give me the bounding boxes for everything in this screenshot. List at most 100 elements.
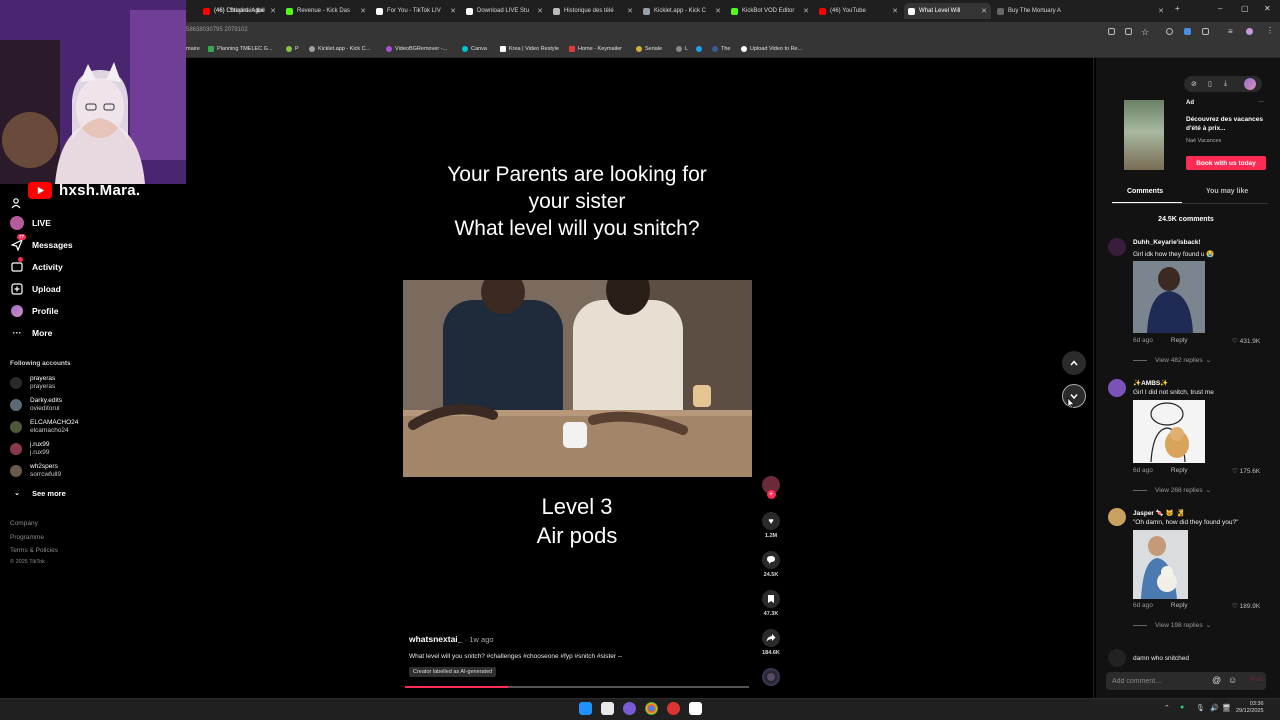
extension-shield-icon[interactable] [1166,28,1173,35]
following-account[interactable]: Darky.edits ovieditorul [10,397,62,412]
comment-like-button[interactable]: ♡ 175.6K [1232,467,1260,475]
tab-close-icon[interactable]: ✕ [270,7,276,15]
share-button[interactable]: 184.6K [761,629,781,656]
view-replies-button[interactable]: View 198 replies ⌄ [1133,621,1211,629]
new-tab-icon[interactable]: + [1175,4,1180,13]
bookmark-item[interactable]: Planning TMELEC G... [208,46,273,52]
follow-plus-icon[interactable]: + [766,490,776,499]
video-player[interactable] [403,280,752,477]
sidebar-item-messages[interactable]: 77 Messages [10,234,73,252]
minimize-icon[interactable]: – [1218,4,1222,13]
post-comment-button[interactable]: Post [1250,677,1263,683]
address-bar[interactable]: 58638030795 2078102 ☆ ≡ ⋮ [0,22,1280,42]
bookmark-item[interactable] [696,46,705,52]
bookmark-item[interactable]: Upload Video to Re... [741,46,802,52]
ad-more-icon[interactable]: ··· [1258,99,1264,105]
reply-button[interactable]: Reply [1171,467,1188,474]
volume-icon[interactable]: 🔊 [1210,704,1219,712]
tray-chevron-icon[interactable]: ⌃ [1164,704,1170,712]
reply-button[interactable]: Reply [1171,337,1188,344]
comment-sticker-image[interactable] [1133,530,1188,599]
sidebar-item-activity[interactable]: Activity [10,257,63,274]
browser-tab[interactable]: Revenue - Kick Das ✕ [282,3,370,19]
browser-tab[interactable]: What Level Will ✕ [904,3,991,19]
url-text[interactable]: 58638030795 2078102 [186,27,248,33]
tab-close-icon[interactable]: ✕ [360,7,366,15]
extension-icon[interactable] [1184,28,1191,35]
chrome-taskbar-icon[interactable] [645,702,658,715]
tab-close-icon[interactable]: ✕ [803,7,809,15]
footer-link-company[interactable]: Company [10,520,38,527]
sidebar-item-more[interactable]: ··· More [10,326,53,340]
browser-tab[interactable]: (46) Christina Aguil ✕ [199,3,280,19]
tab-close-icon[interactable]: ✕ [981,7,987,15]
browser-tab[interactable]: Buy The Mortuary A ✕ [993,3,1168,19]
cast-icon[interactable] [1108,28,1115,35]
browser-tab[interactable]: Download LIVE Stu ✕ [462,3,547,19]
author-name[interactable]: whatsnextai_ [409,634,462,644]
see-more-button[interactable]: ⌄ See more [10,486,66,500]
device-icon[interactable]: ▯ [1208,80,1212,88]
following-account[interactable]: prayeras prayeras [10,375,55,390]
tab-close-icon[interactable]: ✕ [627,7,633,15]
emoji-icon[interactable]: ☺ [1228,675,1237,685]
avatar[interactable] [1108,238,1126,256]
avatar[interactable] [1108,379,1126,397]
following-account[interactable]: wh2spers sorrcwfull9 [10,463,61,478]
browser-tab[interactable]: Kicklet.app - Kick C ✕ [639,3,725,19]
bookmark-item[interactable]: Canva [462,46,487,52]
comment-author[interactable]: ✨AMBS✨ [1133,379,1168,387]
settings-icon[interactable]: ⊘ [1191,80,1197,88]
bookmark-item[interactable]: Seriale [636,46,662,52]
app-taskbar-icon[interactable] [667,702,680,715]
comment-sticker-image[interactable] [1133,261,1205,333]
scrollbar[interactable] [1093,58,1094,698]
video-author[interactable]: whatsnextai_ · 1w ago [409,634,494,644]
comment-like-button[interactable]: ♡ 431.9K [1232,337,1260,345]
translate-icon[interactable] [1125,28,1132,35]
view-replies-button[interactable]: View 482 replies ⌄ [1133,356,1211,364]
bookmark-item[interactable]: L [676,46,688,52]
task-view-icon[interactable] [601,702,614,715]
comment-sticker-image[interactable] [1133,400,1205,463]
browser-tab[interactable]: (46) YouTube ✕ [815,3,902,19]
bookmark-item[interactable]: maire [186,46,200,52]
video-progress-bar[interactable] [405,686,749,688]
bookmark-item[interactable]: Home - Keymailer [569,46,622,52]
tray-app-icon[interactable]: ● [1180,704,1184,711]
chrome-menu-icon[interactable]: ⋮ [1266,26,1274,35]
avatar[interactable] [1108,508,1126,526]
browser-tab[interactable]: For You - TikTok LIV ✕ [372,3,460,19]
bookmark-item[interactable]: Kicklet.app - Kick C... [309,46,370,52]
bookmark-item[interactable]: P [286,46,299,52]
sound-disc-button[interactable] [761,668,781,686]
footer-link-programme[interactable]: Programme [10,534,44,541]
add-comment-field[interactable]: @ ☺ [1106,672,1266,690]
like-button[interactable]: ♥ 1.2M [761,512,781,539]
bookmark-item[interactable]: VideoBGRemover -... [386,46,447,52]
close-window-icon[interactable]: ✕ [1264,4,1271,13]
bookmark-star-icon[interactable]: ☆ [1141,27,1149,38]
microphone-icon[interactable]: 🎙 [1196,704,1205,712]
tab-close-icon[interactable]: ✕ [450,7,456,15]
user-avatar[interactable] [1244,78,1256,90]
tab-close-icon[interactable]: ✕ [715,7,721,15]
tab-you-may-like[interactable]: You may like [1206,188,1248,195]
obs-taskbar-icon[interactable] [689,702,702,715]
reply-button[interactable]: Reply [1171,602,1188,609]
comment-button[interactable]: 24.5K [761,551,781,578]
tab-close-icon[interactable]: ✕ [537,7,543,15]
extensions-puzzle-icon[interactable] [1202,28,1209,35]
comment-author[interactable]: Duhh_Keyarie'isback! [1133,239,1201,246]
sidebar-item-upload[interactable]: Upload [10,282,61,296]
maximize-icon[interactable]: ▢ [1241,4,1249,13]
ad-title[interactable]: Découvrez des vacances d'été à prix... [1186,115,1268,133]
previous-video-button[interactable] [1062,351,1086,375]
view-replies-button[interactable]: View 268 replies ⌄ [1133,486,1211,494]
bookmark-item[interactable]: Krea | Video Restyle [500,46,559,52]
ad-thumbnail[interactable] [1124,100,1164,170]
tab-close-icon[interactable]: ✕ [1158,7,1164,15]
tab-comments[interactable]: Comments [1127,188,1163,195]
sidebar-item-live[interactable]: LIVE [10,216,51,230]
media-control-icon[interactable]: ≡ [1228,27,1233,36]
